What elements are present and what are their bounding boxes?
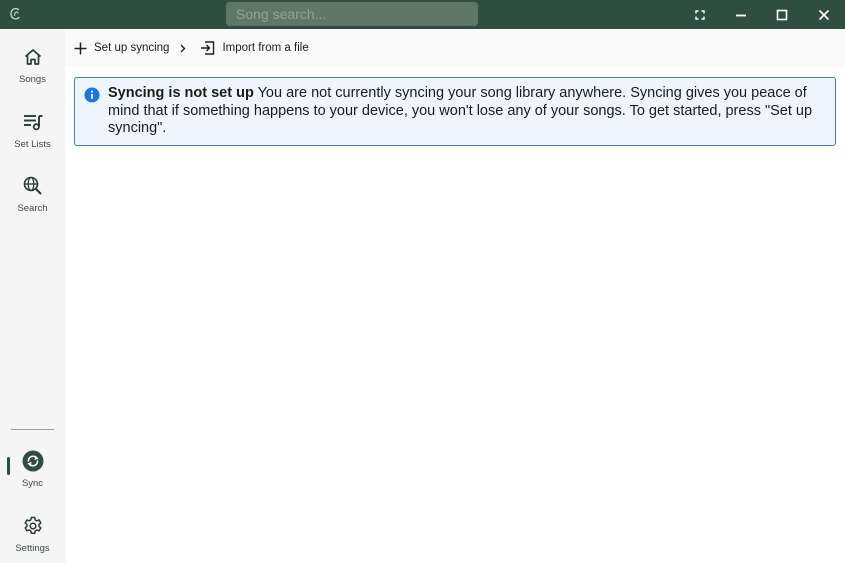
playlist-icon (23, 115, 42, 131)
home-icon (24, 49, 41, 65)
import-from-file-label: Import from a file (222, 42, 309, 54)
set-up-syncing-button[interactable]: Set up syncing (68, 34, 175, 62)
close-icon (818, 9, 830, 20)
sidebar-item-songs[interactable]: Songs (0, 42, 65, 98)
sidebar-item-label: Songs (19, 74, 46, 85)
close-button[interactable] (804, 0, 844, 29)
minimize-button[interactable] (721, 0, 761, 29)
sidebar: Songs Set Lists Search Sync Settings (0, 29, 65, 563)
sidebar-item-label: Search (17, 203, 48, 214)
sync-info-banner: Syncing is not set up You are not curren… (74, 77, 836, 146)
maximize-icon (776, 9, 788, 20)
banner-text: Syncing is not set up You are not curren… (108, 85, 828, 138)
chevron-right-icon (179, 44, 186, 53)
sidebar-divider (11, 429, 54, 430)
title-bar (0, 0, 845, 29)
globe-search-icon (23, 176, 42, 195)
fullscreen-icon (695, 9, 705, 20)
info-icon (84, 87, 100, 103)
import-icon (201, 41, 215, 55)
sidebar-item-search[interactable]: Search (0, 171, 65, 227)
minimize-icon (736, 14, 746, 16)
import-from-file-button[interactable]: Import from a file (194, 34, 314, 62)
toolbar: Set up syncing Import from a file (65, 29, 845, 67)
sidebar-item-label: Settings (15, 543, 50, 554)
sidebar-item-settings[interactable]: Settings (0, 511, 65, 563)
song-search-input[interactable] (226, 2, 478, 26)
app-logo-icon (10, 7, 20, 20)
sidebar-item-set-lists[interactable]: Set Lists (0, 107, 65, 163)
gear-icon (23, 516, 42, 535)
set-up-syncing-label: Set up syncing (94, 42, 170, 54)
fullscreen-button[interactable] (680, 0, 720, 29)
sync-icon (22, 450, 43, 472)
banner-title: Syncing is not set up (108, 85, 254, 101)
maximize-button[interactable] (762, 0, 802, 29)
sidebar-item-label: Set Lists (14, 139, 51, 150)
sidebar-item-sync[interactable]: Sync (0, 446, 65, 502)
plus-icon (74, 42, 87, 54)
sidebar-item-label: Sync (21, 478, 44, 489)
